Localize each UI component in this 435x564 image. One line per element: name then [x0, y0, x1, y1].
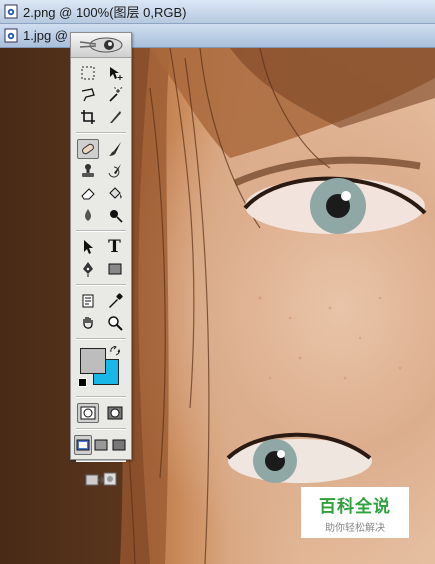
toolbox-divider	[76, 460, 126, 462]
jump-to-imageready-icon[interactable]	[81, 469, 121, 489]
notes-tool-icon[interactable]	[77, 291, 99, 311]
document-title: 2.png @ 100%(图层 0,RGB)	[23, 5, 187, 20]
type-tool-icon[interactable]: T	[104, 237, 126, 257]
standard-mode-icon[interactable]	[76, 403, 99, 423]
magic-wand-tool-icon[interactable]	[104, 85, 126, 105]
color-swatches	[74, 344, 128, 392]
hand-tool-icon[interactable]	[77, 313, 99, 333]
watermark-title: 百科全说	[319, 496, 391, 516]
path-selection-tool-icon[interactable]	[77, 237, 99, 257]
move-tool-icon[interactable]	[104, 63, 126, 83]
lasso-tool-icon[interactable]	[77, 85, 99, 105]
photoshop-document-icon	[4, 28, 19, 43]
pen-tool-icon[interactable]	[77, 259, 99, 279]
quick-mask-mode-icon[interactable]	[104, 403, 126, 423]
toolbox-divider	[76, 284, 126, 286]
zoom-tool-icon[interactable]	[104, 313, 126, 333]
eyedropper-tool-icon[interactable]	[104, 291, 126, 311]
watermark-badge: 百科全说 助你轻松解决	[301, 487, 409, 538]
swap-colors-icon[interactable]	[110, 345, 121, 359]
foreground-color-swatch[interactable]	[80, 348, 106, 374]
toolbox-divider	[76, 428, 126, 430]
document-tab-1jpg[interactable]: 1.jpg @	[0, 24, 435, 48]
clone-stamp-tool-icon[interactable]	[77, 161, 99, 181]
document-tab-2png[interactable]: 2.png @ 100%(图层 0,RGB)	[0, 0, 435, 24]
marquee-tool-icon[interactable]	[77, 63, 99, 83]
toolbox-header[interactable]	[71, 33, 131, 58]
blur-tool-icon[interactable]	[77, 205, 99, 225]
dodge-tool-icon[interactable]	[104, 205, 126, 225]
type-tool-glyph: T	[108, 237, 121, 257]
toolbox-divider	[76, 338, 126, 340]
standard-screen-mode-icon[interactable]	[74, 435, 93, 455]
tools-palette: T	[70, 32, 132, 486]
document-title: 1.jpg @	[23, 28, 68, 43]
history-brush-tool-icon[interactable]	[104, 161, 126, 181]
brush-tool-icon[interactable]	[104, 139, 126, 159]
healing-brush-tool-icon[interactable]	[76, 139, 99, 159]
photoshop-eye-logo-icon	[79, 37, 123, 53]
toolbox-divider	[76, 230, 126, 232]
full-screen-mode-icon[interactable]	[110, 435, 128, 455]
slice-tool-icon[interactable]	[104, 107, 126, 127]
paint-bucket-tool-icon[interactable]	[104, 183, 126, 203]
default-colors-icon[interactable]	[78, 378, 87, 387]
photoshop-document-icon	[4, 4, 19, 19]
watermark-subtitle: 助你轻松解决	[325, 522, 385, 534]
rectangle-tool-icon[interactable]	[104, 259, 126, 279]
toolbox-divider	[76, 396, 126, 398]
crop-tool-icon[interactable]	[77, 107, 99, 127]
eraser-tool-icon[interactable]	[77, 183, 99, 203]
full-screen-menu-mode-icon[interactable]	[92, 435, 110, 455]
toolbox-divider	[76, 132, 126, 134]
